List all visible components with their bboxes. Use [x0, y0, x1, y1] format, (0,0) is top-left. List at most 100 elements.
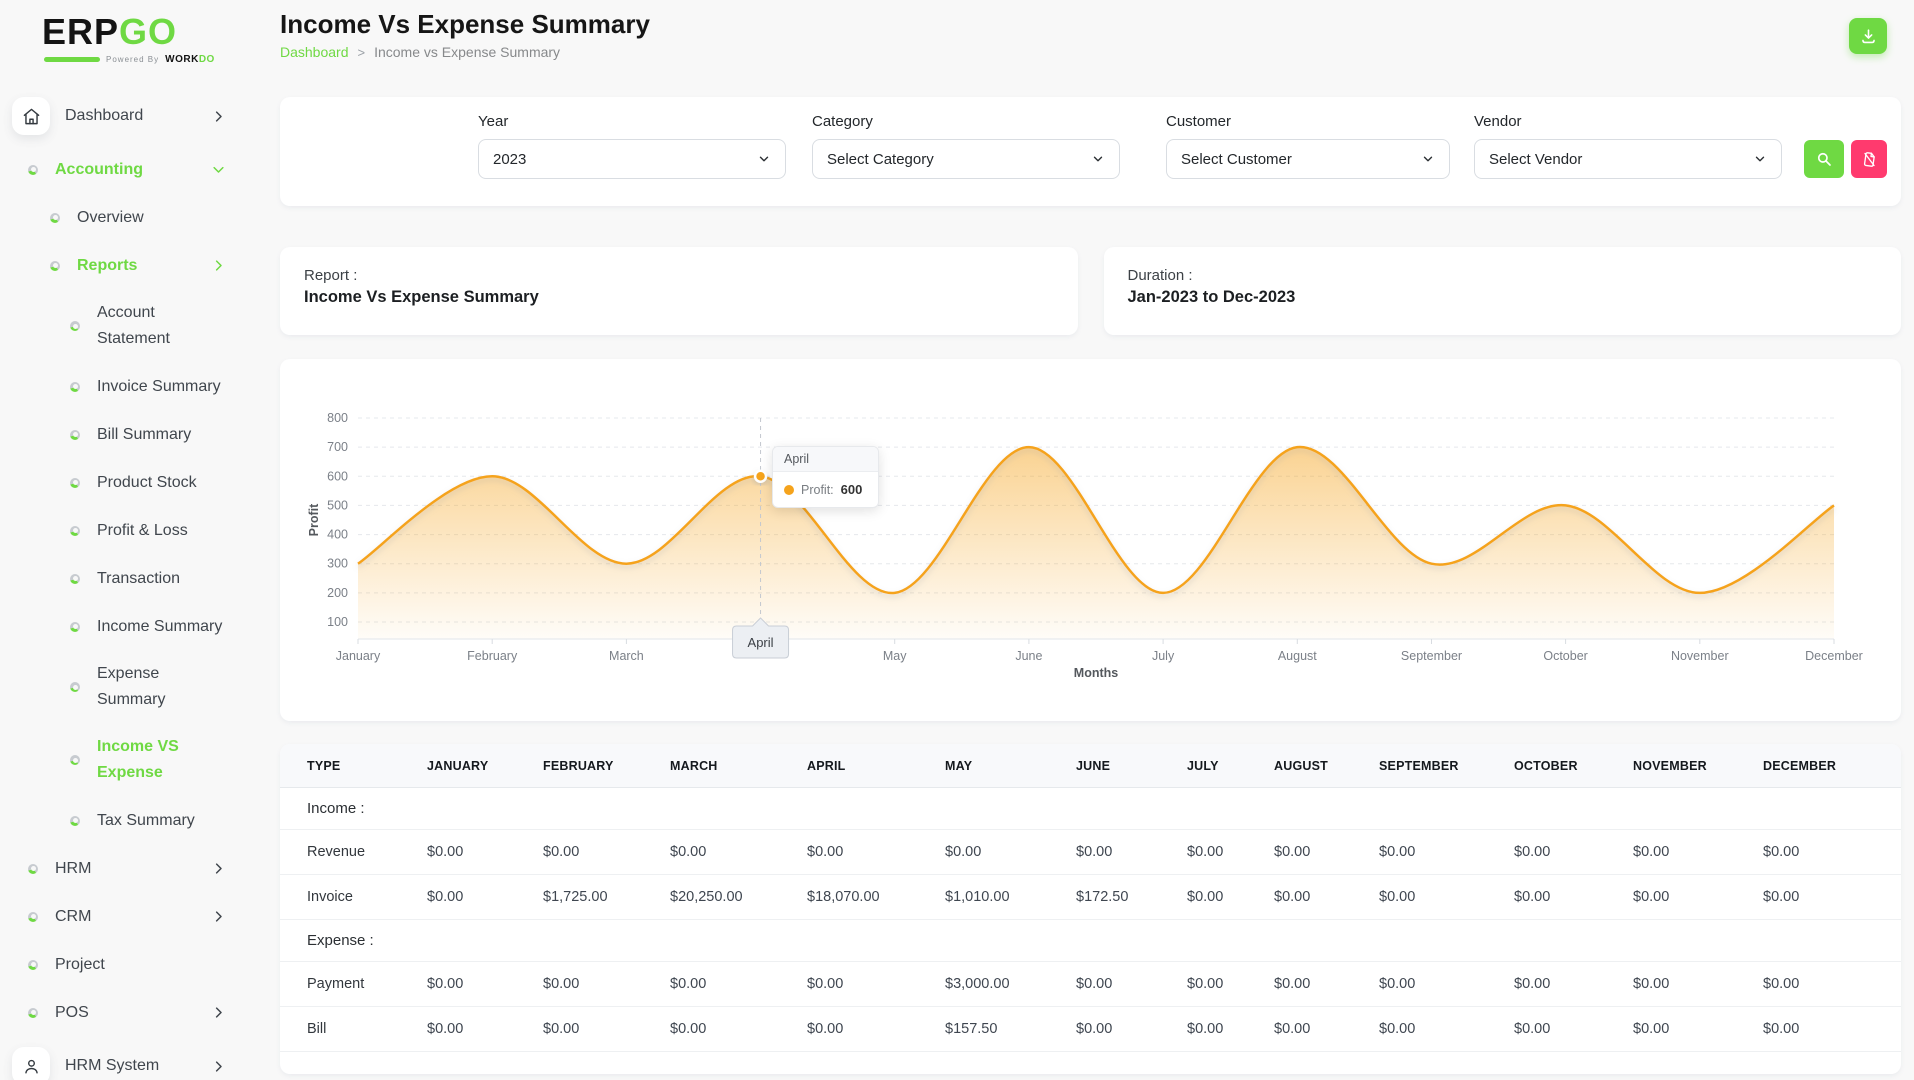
- amount-cell: $0.00: [1379, 889, 1416, 905]
- customer-label: Customer: [1166, 113, 1232, 130]
- y-tick-label: 800: [327, 411, 348, 425]
- sidebar-item-invoice-summary[interactable]: Invoice Summary: [0, 373, 226, 400]
- download-button[interactable]: [1849, 18, 1887, 54]
- sidebar-item-profit-loss[interactable]: Profit & Loss: [0, 517, 226, 544]
- row-type-label: Invoice: [307, 889, 353, 905]
- workdo-logo: WORKDO: [165, 54, 215, 65]
- bullet-icon: [50, 260, 60, 271]
- amount-cell: $0.00: [670, 976, 707, 992]
- sidebar-item-transaction[interactable]: Transaction: [0, 565, 226, 592]
- bullet-icon: [70, 477, 80, 488]
- amount-cell: $20,250.00: [670, 889, 743, 905]
- sidebar-item-label: Income Summary: [97, 617, 223, 635]
- sidebar-item-tax-summary[interactable]: Tax Summary: [0, 807, 226, 834]
- column-header-february: FEBRUARY: [543, 759, 614, 773]
- amount-cell: $0.00: [1379, 976, 1416, 992]
- app-logo[interactable]: ERPGO Powered By WORKDO: [0, 11, 260, 66]
- logo-text: ERPGO: [42, 11, 178, 52]
- y-tick-label: 200: [327, 586, 348, 600]
- amount-cell: $0.00: [1379, 844, 1416, 860]
- table-row-invoice: Invoice $0.00 $1,725.00 $20,250.00 $18,070.0…: [280, 875, 1901, 920]
- chart-svg: 100 200 300 400 500 600 700 800 January February…: [307, 411, 1863, 680]
- breadcrumb-dashboard-link[interactable]: Dashboard: [280, 44, 349, 60]
- x-axis-label: December: [1805, 649, 1863, 663]
- breadcrumb-separator: >: [357, 44, 366, 60]
- main-content: Income Vs Expense Summary Dashboard > In…: [260, 0, 1914, 1074]
- amount-cell: $0.00: [1763, 1021, 1800, 1037]
- section-row-spacer: [427, 920, 1901, 962]
- bullet-icon: [28, 863, 38, 874]
- logo-underline: [44, 57, 100, 62]
- sidebar-item-label: Reports: [77, 256, 138, 274]
- sidebar-item-label: Product Stock: [97, 473, 197, 491]
- year-select[interactable]: 2023: [478, 139, 786, 179]
- breadcrumb-current: Income vs Expense Summary: [374, 44, 561, 60]
- y-axis-title: Profit: [307, 503, 321, 536]
- tooltip-title: April: [773, 447, 878, 472]
- section-label: Income :: [307, 800, 365, 817]
- amount-cell: $0.00: [670, 844, 707, 860]
- sidebar-item-pos[interactable]: POS: [0, 999, 226, 1026]
- chevron-down-icon: [211, 162, 226, 177]
- sidebar-item-account-statement[interactable]: Account Statement: [0, 300, 226, 352]
- sidebar-item-income-summary[interactable]: Income Summary: [0, 613, 226, 640]
- amount-cell: $0.00: [1633, 1021, 1670, 1037]
- year-label: Year: [478, 113, 509, 130]
- table-row-bill: Bill $0.00 $0.00 $0.00 $0.00 $157.50 $0.00 $0.0…: [280, 1007, 1901, 1052]
- sidebar-item-label: Transaction: [97, 569, 180, 587]
- income-expense-table: TYPE JANUARY FEBRUARY MARCH APRIL MAY JUNE JULY…: [280, 744, 1901, 1052]
- amount-cell: $0.00: [1187, 976, 1224, 992]
- amount-cell: $0.00: [1274, 976, 1311, 992]
- chevron-right-icon: [211, 909, 226, 924]
- sidebar-item-dashboard[interactable]: Dashboard: [0, 97, 226, 135]
- amount-cell: $0.00: [1514, 1021, 1551, 1037]
- column-header-march: MARCH: [670, 759, 718, 773]
- sidebar-item-expense-summary[interactable]: Expense Summary: [0, 661, 226, 713]
- bullet-icon: [70, 381, 80, 392]
- category-select[interactable]: Select Category: [812, 139, 1120, 179]
- reset-filter-button[interactable]: [1851, 140, 1887, 178]
- column-header-june: JUNE: [1076, 759, 1111, 773]
- sidebar-item-label: HRM: [55, 859, 92, 877]
- search-button[interactable]: [1804, 140, 1844, 178]
- sidebar-item-hrm-system[interactable]: HRM System: [0, 1047, 226, 1080]
- vendor-label: Vendor: [1474, 113, 1522, 130]
- file-slash-icon: [1859, 149, 1878, 168]
- sidebar-item-hrm[interactable]: HRM: [0, 855, 226, 882]
- column-header-october: OCTOBER: [1514, 759, 1578, 773]
- sidebar-item-project[interactable]: Project: [0, 951, 226, 978]
- sidebar-item-reports[interactable]: Reports: [0, 252, 226, 279]
- sidebar-item-label: CRM: [55, 907, 92, 925]
- section-row-expense: Expense :: [280, 920, 1901, 962]
- sidebar-item-bill-summary[interactable]: Bill Summary: [0, 421, 226, 448]
- chevron-right-icon: [211, 861, 226, 876]
- sidebar-item-income-vs-expense[interactable]: Income VS Expense: [0, 734, 226, 786]
- chevron-right-icon: [211, 1059, 226, 1074]
- row-type-label: Bill: [307, 1021, 327, 1037]
- amount-cell: $0.00: [1379, 1021, 1416, 1037]
- vendor-select[interactable]: Select Vendor: [1474, 139, 1782, 179]
- sidebar-item-accounting[interactable]: Accounting: [0, 156, 226, 183]
- y-tick-label: 700: [327, 440, 348, 454]
- x-axis-label: July: [1152, 649, 1175, 663]
- column-header-may: MAY: [945, 759, 973, 773]
- chevron-right-icon: [211, 258, 226, 273]
- sidebar-item-crm[interactable]: CRM: [0, 903, 226, 930]
- sidebar-item-product-stock[interactable]: Product Stock: [0, 469, 226, 496]
- amount-cell: $172.50: [1076, 889, 1129, 905]
- column-header-september: SEPTEMBER: [1379, 759, 1459, 773]
- user-icon: [12, 1047, 50, 1080]
- customer-select[interactable]: Select Customer: [1166, 139, 1450, 179]
- bullet-icon: [70, 525, 80, 536]
- sidebar-item-overview[interactable]: Overview: [0, 204, 226, 231]
- y-tick-label: 300: [327, 557, 348, 571]
- profit-area-fill: [358, 446, 1834, 639]
- bullet-icon: [70, 755, 80, 765]
- x-axis-label: March: [609, 649, 644, 663]
- search-icon: [1815, 150, 1833, 168]
- amount-cell: $0.00: [1633, 844, 1670, 860]
- sidebar-item-label: Profit & Loss: [97, 521, 188, 539]
- powered-by-label: Powered By: [106, 55, 160, 64]
- table-row-payment: Payment $0.00 $0.00 $0.00 $0.00 $3,000.00 $0.0…: [280, 962, 1901, 1007]
- amount-cell: $0.00: [1076, 1021, 1113, 1037]
